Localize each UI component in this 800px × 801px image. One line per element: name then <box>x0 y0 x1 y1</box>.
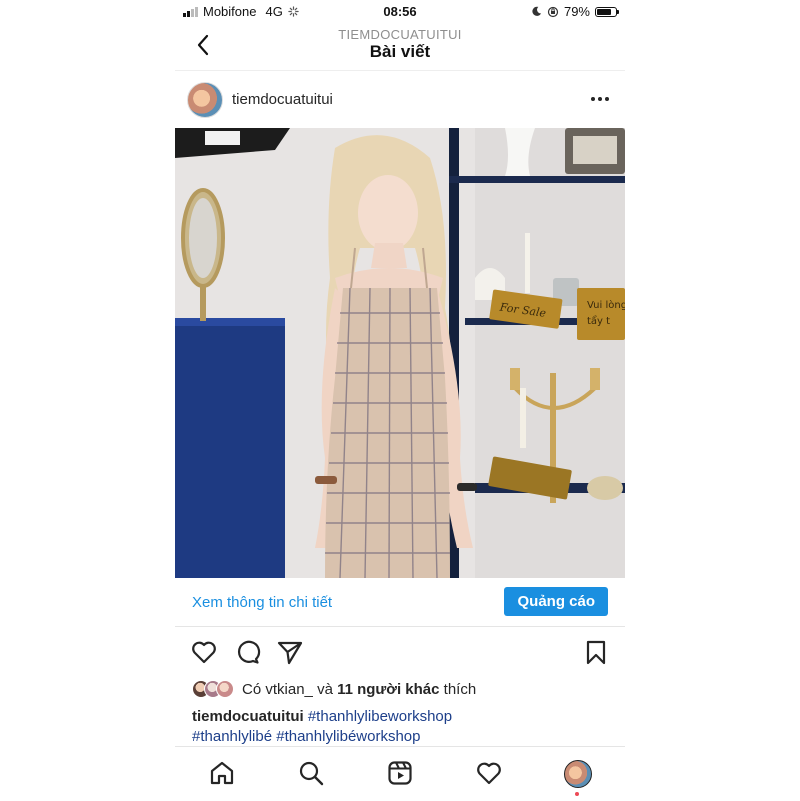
battery-fill <box>597 8 612 15</box>
sign-text-line2: tẩy t <box>587 314 610 327</box>
likes-user[interactable]: vtkian_ <box>265 681 313 698</box>
likes-prefix: Có <box>242 680 262 698</box>
reels-icon[interactable] <box>386 759 414 787</box>
more-dots-icon[interactable] <box>589 88 611 110</box>
bottom-tab-bar <box>175 746 625 801</box>
post-caption: tiemdocuatuitui #thanhlylibeworkshop #th… <box>192 707 612 747</box>
cta-bar: Xem thông tin chi tiết Quảng cáo <box>175 578 625 627</box>
phone-screen: Mobifone 4G 08:56 79% TIEMDOCUATUITUI Bà… <box>175 0 625 801</box>
bookmark-icon[interactable] <box>582 638 610 666</box>
hashtag-link[interactable]: #thanhlylibéworkshop <box>276 728 420 745</box>
home-icon[interactable] <box>208 759 236 787</box>
likes-row[interactable]: Có vtkian_ và 11 người khác thích <box>192 678 476 700</box>
caption-username[interactable]: tiemdocuatuitui <box>192 708 304 725</box>
hashtag-link[interactable]: #thanhlylibé <box>192 728 272 745</box>
status-bar: Mobifone 4G 08:56 79% <box>175 0 625 24</box>
nav-subtitle: TIEMDOCUATUITUI <box>338 27 462 42</box>
search-icon[interactable] <box>297 759 325 787</box>
likes-text: Có vtkian_ và 11 người khác thích <box>242 681 476 698</box>
nav-header: TIEMDOCUATUITUI Bài viết <box>175 24 625 71</box>
status-right: 79% <box>531 4 619 19</box>
liker-avatar <box>216 680 234 698</box>
post-image[interactable]: For Sale Vui lòng tẩy t <box>175 128 625 578</box>
post-username[interactable]: tiemdocuatuitui <box>232 91 333 108</box>
post-actions <box>175 636 625 668</box>
page-title: Bài viết <box>369 42 431 61</box>
battery-percent: 79% <box>563 4 590 19</box>
avatar[interactable] <box>187 82 223 118</box>
likes-and: và <box>317 680 333 698</box>
orientation-lock-icon <box>547 6 559 17</box>
profile-avatar-icon[interactable] <box>564 760 592 788</box>
comment-icon[interactable] <box>233 638 261 666</box>
post-header: tiemdocuatuitui <box>175 72 625 128</box>
likes-others[interactable]: 11 người khác <box>337 681 439 698</box>
moon-icon <box>532 6 542 16</box>
heart-icon[interactable] <box>190 638 218 666</box>
hashtag-link[interactable]: #thanhlylibeworkshop <box>308 708 452 725</box>
post-photo: For Sale Vui lòng tẩy t <box>175 128 625 578</box>
likes-suffix: thích <box>443 680 477 698</box>
notification-dot <box>575 792 579 796</box>
share-icon[interactable] <box>276 638 304 666</box>
sign-text-line1: Vui lòng <box>587 299 625 311</box>
battery-icon <box>595 6 619 17</box>
ad-button[interactable]: Quảng cáo <box>504 587 608 616</box>
activity-heart-icon[interactable] <box>475 759 503 787</box>
view-details-link[interactable]: Xem thông tin chi tiết <box>192 594 332 611</box>
